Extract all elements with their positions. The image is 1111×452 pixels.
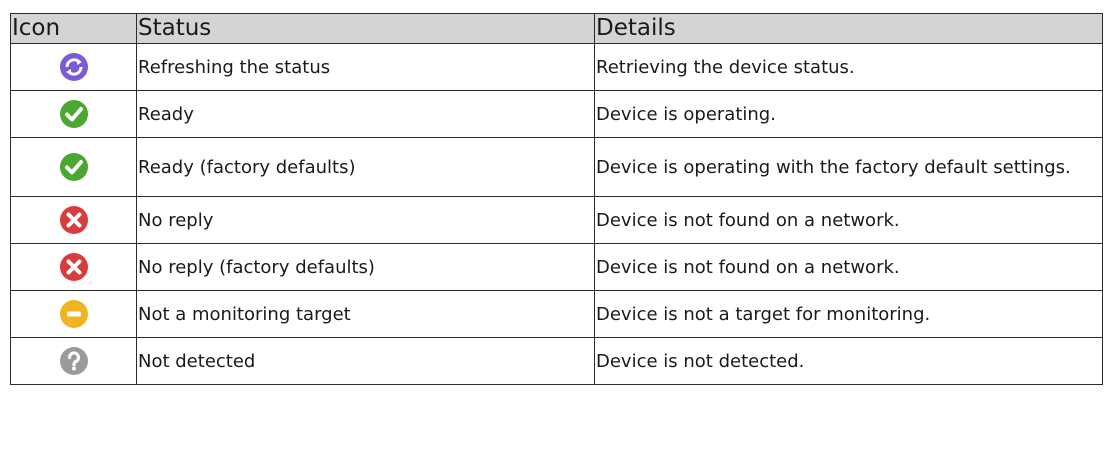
details-cell: Device is not a target for monitoring. xyxy=(594,290,1103,338)
icon-cell xyxy=(10,43,137,91)
header-details: Details xyxy=(594,13,1103,44)
table-row: Ready Device is operating. xyxy=(10,90,1103,138)
minus-icon xyxy=(60,300,88,328)
icon-cell xyxy=(10,290,137,338)
details-cell: Retrieving the device status. xyxy=(594,43,1103,91)
table-row: Refreshing the status Retrieving the dev… xyxy=(10,43,1103,91)
status-cell: Ready (factory defaults) xyxy=(136,137,595,197)
status-cell: No reply xyxy=(136,196,595,244)
icon-cell xyxy=(10,90,137,138)
status-cell: Ready xyxy=(136,90,595,138)
details-cell: Device is operating with the factory def… xyxy=(594,137,1103,197)
status-cell: Not a monitoring target xyxy=(136,290,595,338)
refresh-icon xyxy=(60,53,88,81)
icon-cell xyxy=(10,196,137,244)
table-row: No reply Device is not found on a networ… xyxy=(10,196,1103,244)
table-row: Ready (factory defaults) Device is opera… xyxy=(10,137,1103,197)
table-row: Not detected Device is not detected. xyxy=(10,337,1103,385)
question-icon xyxy=(60,347,88,375)
status-cell: No reply (factory defaults) xyxy=(136,243,595,291)
status-table: Icon Status Details Refreshing the statu… xyxy=(10,13,1103,385)
header-row: Icon Status Details xyxy=(10,13,1103,44)
details-cell: Device is not found on a network. xyxy=(594,243,1103,291)
checkmark-icon xyxy=(60,100,88,128)
details-cell: Device is not detected. xyxy=(594,337,1103,385)
cross-icon xyxy=(60,206,88,234)
table-row: No reply (factory defaults) Device is no… xyxy=(10,243,1103,291)
table-row: Not a monitoring target Device is not a … xyxy=(10,290,1103,338)
details-cell: Device is operating. xyxy=(594,90,1103,138)
icon-cell xyxy=(10,243,137,291)
cross-icon xyxy=(60,253,88,281)
status-cell: Refreshing the status xyxy=(136,43,595,91)
header-status: Status xyxy=(136,13,595,44)
checkmark-icon xyxy=(60,153,88,181)
icon-cell xyxy=(10,337,137,385)
status-cell: Not detected xyxy=(136,337,595,385)
icon-cell xyxy=(10,137,137,197)
header-icon: Icon xyxy=(10,13,137,44)
details-cell: Device is not found on a network. xyxy=(594,196,1103,244)
